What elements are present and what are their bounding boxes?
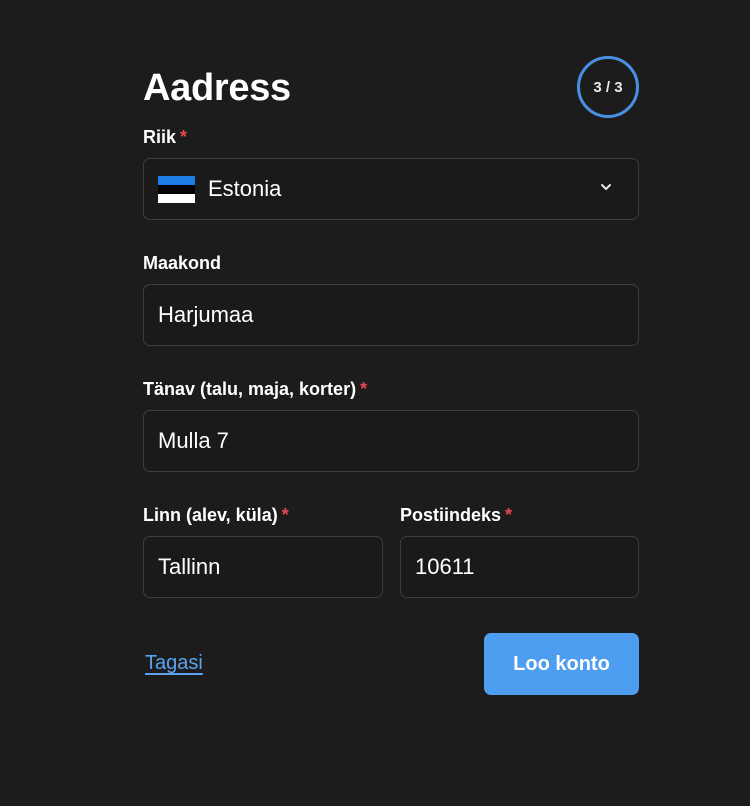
country-label-text: Riik: [143, 127, 177, 147]
form-header: Aadress 3 / 3: [143, 56, 639, 124]
street-label-text: Tänav (talu, maja, korter): [143, 379, 357, 399]
street-group: Tänav (talu, maja, korter) * Mulla 7: [143, 378, 639, 472]
county-input[interactable]: Harjumaa: [143, 284, 639, 346]
required-mark: *: [360, 379, 368, 399]
city-input[interactable]: Tallinn: [143, 536, 383, 598]
street-label: Tänav (talu, maja, korter) *: [143, 378, 639, 400]
country-label: Riik *: [143, 126, 639, 148]
city-input-value: Tallinn: [158, 554, 221, 579]
create-account-button[interactable]: Loo konto: [484, 633, 639, 695]
postal-code-input-value: 10611: [415, 554, 475, 579]
country-group: Riik * Estonia: [143, 126, 639, 220]
street-input-value: Mulla 7: [158, 428, 229, 453]
county-label: Maakond: [143, 253, 222, 273]
required-mark: *: [505, 505, 513, 525]
address-form: Aadress 3 / 3 Riik * Estonia Maakond Harj…: [143, 56, 639, 695]
form-actions: Tagasi Loo konto: [143, 633, 639, 695]
county-group: Maakond Harjumaa: [143, 252, 639, 346]
county-input-value: Harjumaa: [158, 302, 254, 327]
city-label-text: Linn (alev, küla): [143, 505, 278, 525]
back-link[interactable]: Tagasi: [145, 652, 203, 675]
postal-label: Postiindeks *: [400, 504, 639, 526]
postal-code-input[interactable]: 10611: [400, 536, 639, 598]
chevron-down-icon[interactable]: [600, 181, 612, 193]
city-group: Linn (alev, küla) * Tallinn: [143, 504, 383, 598]
required-mark: *: [281, 505, 289, 525]
required-mark: *: [180, 127, 188, 147]
step-indicator: 3 / 3: [577, 56, 639, 118]
country-select-value: Estonia: [208, 176, 282, 201]
estonia-flag-icon: [158, 175, 195, 203]
city-label: Linn (alev, küla) *: [143, 504, 383, 526]
page-title: Aadress: [143, 67, 291, 109]
city-postal-row: Linn (alev, küla) * Tallinn Postiindeks * …: [143, 504, 639, 598]
postal-label-text: Postiindeks: [400, 505, 502, 525]
country-select[interactable]: Estonia: [143, 158, 639, 220]
postal-group: Postiindeks * 10611: [400, 504, 639, 598]
street-input[interactable]: Mulla 7: [143, 410, 639, 472]
